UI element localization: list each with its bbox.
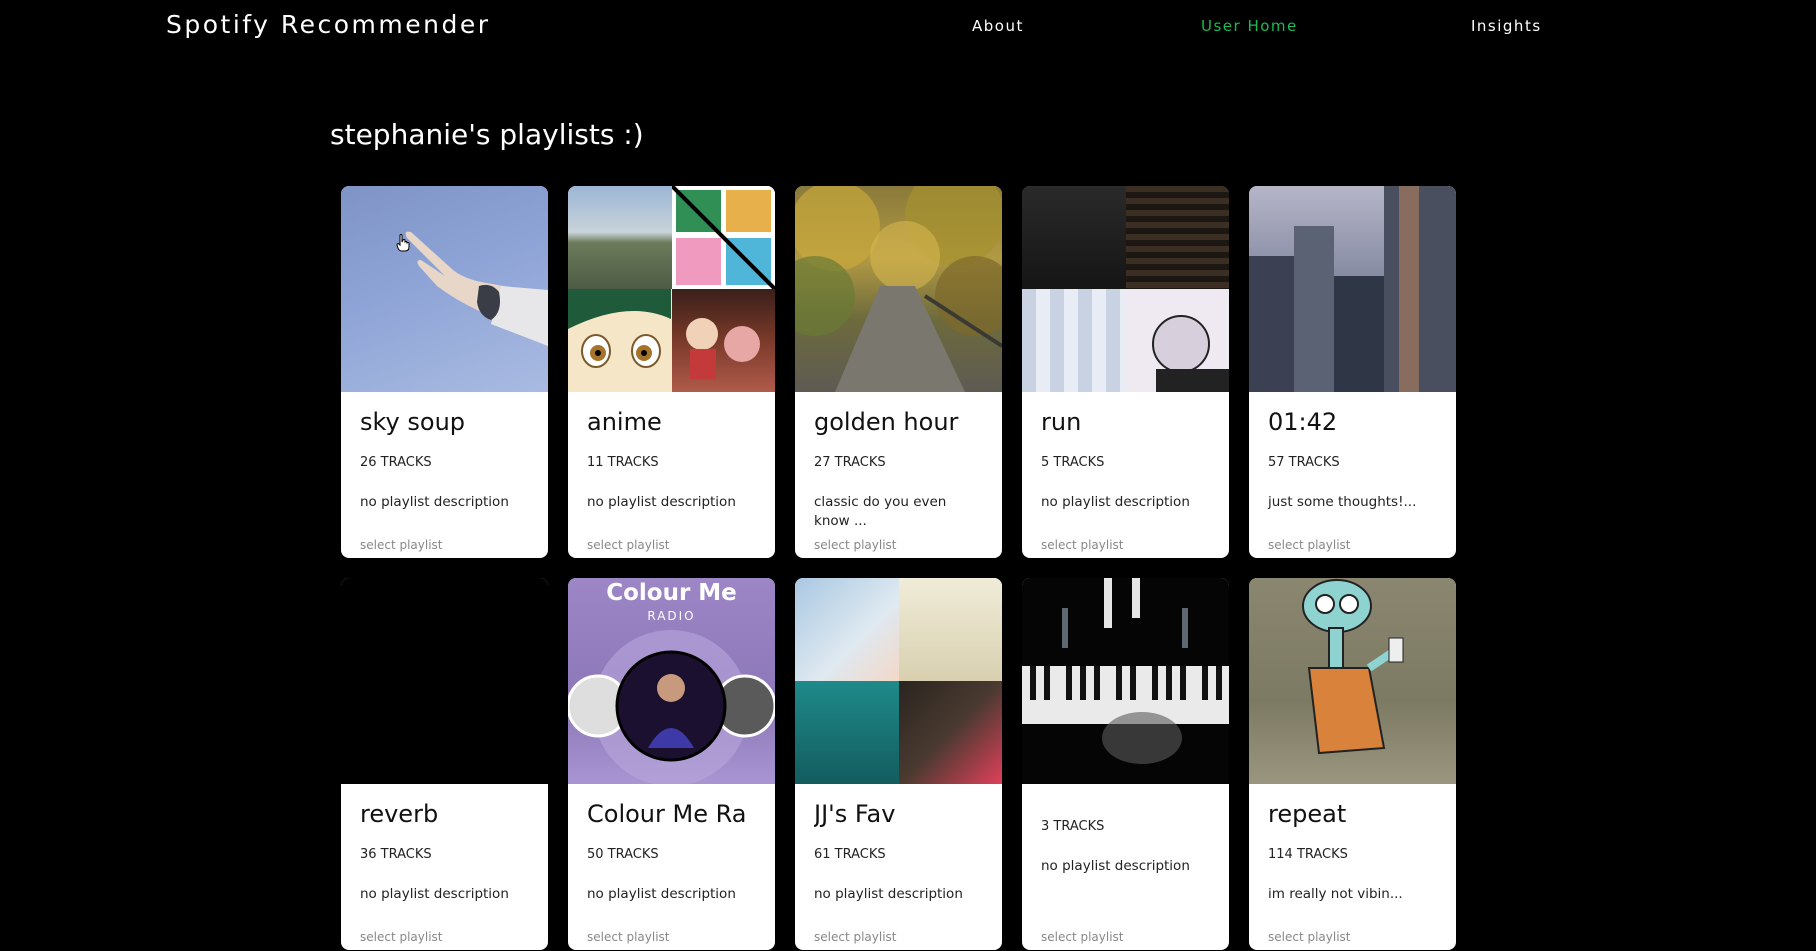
top-navigation-bar: Spotify Recommender About User Home Insi… [0,0,1816,56]
playlist-name: golden hour [814,408,959,436]
playlist-track-count: 11 TRACKS [587,455,659,470]
playlist-card[interactable]: sky soup 26 TRACKS no playlist descripti… [341,186,548,558]
playlist-card-body: JJ's Fav 61 TRACKS no playlist descripti… [814,784,990,950]
playlist-track-count: 27 TRACKS [814,455,886,470]
playlist-description: no playlist description [1041,858,1190,874]
playlist-card[interactable]: Colour Me RADIO Colour Me Ra 50 TRACKS n… [568,578,775,950]
select-playlist-link[interactable]: select playlist [587,538,670,552]
playlist-track-count: 114 TRACKS [1268,847,1348,862]
playlist-cover-image [795,578,1002,784]
select-playlist-link[interactable]: select playlist [814,930,897,944]
nav-link-user-home[interactable]: User Home [1201,17,1298,35]
playlist-cover-image [341,186,548,392]
playlist-name: Colour Me Ra [587,800,747,828]
playlist-cover-image [1249,578,1456,784]
playlist-card[interactable]: JJ's Fav 61 TRACKS no playlist descripti… [795,578,1002,950]
playlist-card[interactable]: anime 11 TRACKS no playlist description … [568,186,775,558]
playlist-track-count: 5 TRACKS [1041,455,1105,470]
playlist-name: anime [587,408,662,436]
playlist-name: repeat [1268,800,1347,828]
nav-link-insights[interactable]: Insights [1471,17,1542,35]
playlist-track-count: 3 TRACKS [1041,819,1105,834]
playlist-card-body: run 5 TRACKS no playlist description sel… [1041,392,1217,558]
select-playlist-link[interactable]: select playlist [587,930,670,944]
hand-pointer-icon [396,234,410,252]
playlist-description: no playlist description [587,886,736,902]
playlist-card[interactable]: repeat 114 TRACKS im really not vibin...… [1249,578,1456,950]
playlist-name: sky soup [360,408,466,436]
playlist-track-count: 26 TRACKS [360,455,432,470]
select-playlist-link[interactable]: select playlist [1268,930,1351,944]
playlist-description: no playlist description [1041,494,1190,510]
playlist-card[interactable]: 3 TRACKS no playlist description select … [1022,578,1229,950]
playlist-card-body: golden hour 27 TRACKS classic do you eve… [814,392,990,558]
playlist-name: JJ's Fav [814,800,896,828]
playlist-cover-image [1022,186,1229,392]
playlist-card[interactable]: golden hour 27 TRACKS classic do you eve… [795,186,1002,558]
select-playlist-link[interactable]: select playlist [360,538,443,552]
playlist-description: im really not vibin... [1268,886,1403,902]
playlist-card-body: Colour Me Ra 50 TRACKS no playlist descr… [587,784,763,950]
playlist-cover-image [1022,578,1229,784]
page-title: stephanie's playlists :) [330,118,644,151]
playlist-cover-image [341,578,548,784]
playlist-name: run [1041,408,1082,436]
select-playlist-link[interactable]: select playlist [814,538,897,552]
select-playlist-link[interactable]: select playlist [1268,538,1351,552]
nav-link-about[interactable]: About [972,17,1024,35]
playlist-card-body: repeat 114 TRACKS im really not vibin...… [1268,784,1444,950]
playlist-card[interactable]: reverb 36 TRACKS no playlist description… [341,578,548,950]
playlist-name: 01:42 [1268,408,1338,436]
playlist-description: just some thoughts!... [1268,494,1417,510]
playlist-description: no playlist description [814,886,963,902]
playlist-card-body: reverb 36 TRACKS no playlist description… [360,784,536,950]
playlist-card-body: anime 11 TRACKS no playlist description … [587,392,763,558]
app-brand-title[interactable]: Spotify Recommender [166,10,491,39]
playlist-track-count: 57 TRACKS [1268,455,1340,470]
playlist-description: classic do you even know ... [814,494,947,529]
playlist-cover-image [568,186,775,392]
playlist-description: no playlist description [587,494,736,510]
playlist-cover-image: Colour Me RADIO [568,578,775,784]
select-playlist-link[interactable]: select playlist [360,930,443,944]
playlist-name: reverb [360,800,439,828]
playlist-card-body: 01:42 57 TRACKS just some thoughts!... s… [1268,392,1444,558]
playlist-cover-image [1249,186,1456,392]
playlist-card-body: 3 TRACKS no playlist description select … [1041,784,1217,950]
select-playlist-link[interactable]: select playlist [1041,538,1124,552]
playlist-card-body: sky soup 26 TRACKS no playlist descripti… [360,392,536,558]
playlist-track-count: 36 TRACKS [360,847,432,862]
playlist-card[interactable]: 01:42 57 TRACKS just some thoughts!... s… [1249,186,1456,558]
playlist-track-count: 61 TRACKS [814,847,886,862]
playlist-description: no playlist description [360,886,509,902]
playlist-grid: sky soup 26 TRACKS no playlist descripti… [341,186,1459,950]
playlist-card[interactable]: run 5 TRACKS no playlist description sel… [1022,186,1229,558]
playlist-track-count: 50 TRACKS [587,847,659,862]
playlist-cover-image [795,186,1002,392]
select-playlist-link[interactable]: select playlist [1041,930,1124,944]
playlist-description: no playlist description [360,494,509,510]
